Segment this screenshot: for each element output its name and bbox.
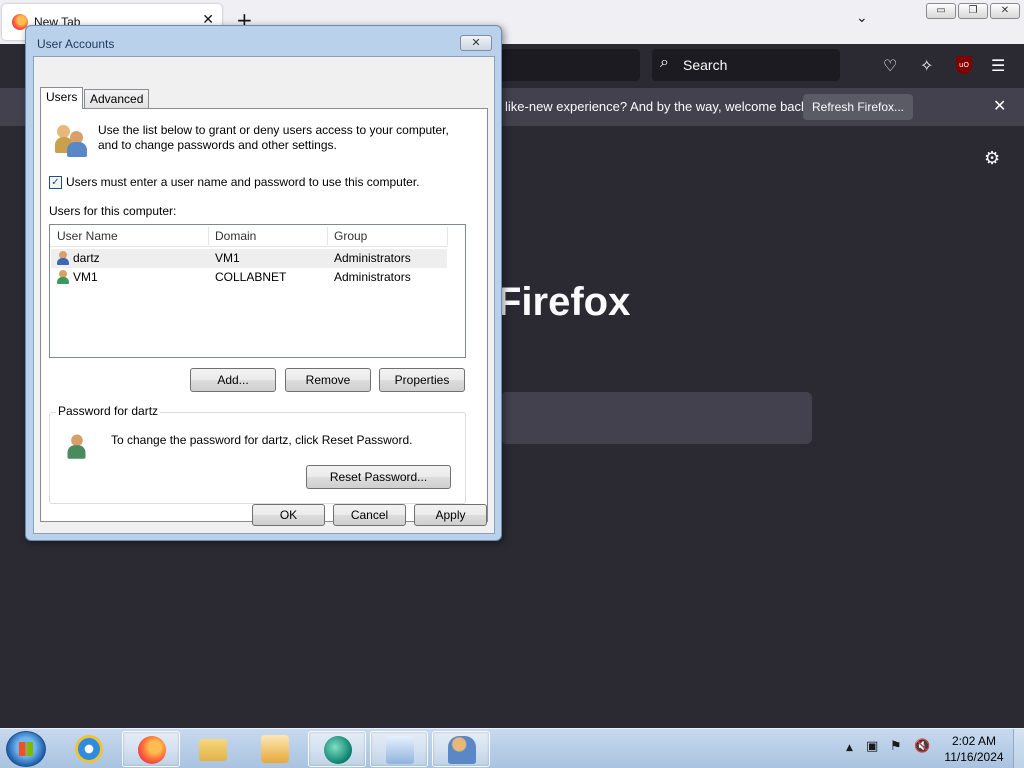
column-header-group[interactable]: Group	[334, 229, 367, 243]
dialog-close-button[interactable]: ✕	[460, 35, 492, 51]
folder-icon	[199, 739, 227, 761]
tab-users[interactable]: Users	[40, 87, 84, 109]
users-icon	[55, 123, 89, 157]
intro-text: Use the list below to grant or deny user…	[98, 123, 449, 152]
notice-message: like-new experience? And by the way, wel…	[505, 99, 812, 114]
show-desktop-button[interactable]	[1013, 729, 1024, 768]
taskbar-firefox[interactable]	[122, 731, 180, 767]
taskbar-explorer[interactable]	[184, 731, 242, 767]
dialog-body: Users Advanced Use the list below to gra…	[33, 56, 495, 534]
taskbar-media-player[interactable]	[246, 731, 304, 767]
clock[interactable]: 2:02 AM 11/16/2024	[940, 733, 1008, 765]
users-tab-panel: Use the list below to grant or deny user…	[40, 108, 488, 522]
menu-icon[interactable]: ☰	[991, 56, 1005, 75]
domain-user-icon	[56, 270, 70, 284]
firefox-wordmark: Firefox	[497, 280, 631, 324]
taskbar-internet-explorer[interactable]	[60, 731, 118, 767]
windows-logo-icon	[19, 742, 33, 756]
network-icon[interactable]: ▣	[866, 739, 878, 754]
clock-time: 2:02 AM	[951, 734, 997, 748]
user-accounts-icon	[448, 736, 476, 764]
user-group: Administrators	[334, 270, 411, 284]
extensions-icon[interactable]: ✧	[920, 56, 933, 75]
taskbar: ▲ ▣ ⚑ 🔇 2:02 AM 11/16/2024	[0, 728, 1024, 768]
password-group: Password for dartz To change the passwor…	[49, 404, 466, 504]
remove-user-button[interactable]: Remove	[285, 368, 371, 392]
show-hidden-icons-arrow[interactable]: ▲	[846, 743, 853, 753]
user-icon	[56, 251, 70, 265]
properties-button[interactable]: Properties	[379, 368, 465, 392]
user-password-icon	[66, 433, 97, 464]
users-list[interactable]: User Name Domain Group dartz VM1 Adminis…	[49, 224, 466, 358]
taskbar-user-accounts[interactable]	[432, 731, 490, 767]
require-login-label[interactable]: Users must enter a user name and passwor…	[66, 175, 420, 189]
tab-list-button[interactable]: ⌄	[856, 10, 868, 26]
users-list-label: Users for this computer:	[49, 204, 177, 218]
control-panel-icon	[386, 736, 414, 764]
minimize-button[interactable]: ▭	[926, 3, 956, 19]
user-domain: COLLABNET	[215, 270, 287, 284]
action-center-flag-icon[interactable]: ⚑	[890, 739, 902, 754]
firefox-icon	[138, 736, 166, 764]
reset-password-button[interactable]: Reset Password...	[306, 465, 451, 489]
internet-explorer-icon	[75, 735, 103, 763]
taskbar-control-panel[interactable]	[370, 731, 428, 767]
newtab-search-box[interactable]	[500, 392, 812, 444]
user-name: VM1	[73, 270, 98, 284]
require-login-checkbox[interactable]: ✓	[49, 176, 62, 189]
table-row[interactable]: dartz VM1 Administrators	[51, 249, 447, 268]
clock-date: 11/16/2024	[944, 750, 1004, 764]
search-box[interactable]: ⌕ Search	[652, 49, 840, 81]
refresh-firefox-button[interactable]: Refresh Firefox...	[803, 94, 913, 120]
column-header-user-name[interactable]: User Name	[57, 229, 118, 243]
settings-gear-icon[interactable]: ⚙	[984, 148, 1000, 169]
table-row[interactable]: VM1 COLLABNET Administrators	[51, 268, 447, 287]
search-placeholder: Search	[683, 57, 728, 73]
notice-close-icon[interactable]: ✕	[993, 96, 1006, 116]
pocket-icon[interactable]: ♡	[883, 56, 897, 75]
search-icon: ⌕	[660, 54, 669, 71]
start-button[interactable]	[6, 731, 46, 767]
column-header-domain[interactable]: Domain	[215, 229, 256, 243]
password-instructions: To change the password for dartz, click …	[111, 433, 413, 447]
list-header: User Name Domain Group	[50, 225, 448, 247]
url-bar[interactable]	[500, 49, 640, 81]
ok-button[interactable]: OK	[252, 504, 325, 526]
dialog-title: User Accounts	[37, 37, 115, 51]
tab-advanced[interactable]: Advanced	[84, 89, 150, 109]
user-name: dartz	[73, 251, 100, 265]
user-accounts-dialog: User Accounts ✕ Users Advanced Use the l…	[25, 25, 502, 541]
close-window-button[interactable]: ✕	[990, 3, 1020, 19]
restore-button[interactable]: ❐	[958, 3, 988, 19]
add-user-button[interactable]: Add...	[190, 368, 276, 392]
user-group: Administrators	[334, 251, 411, 265]
volume-muted-icon[interactable]: 🔇	[914, 739, 930, 754]
taskbar-app[interactable]	[308, 731, 366, 767]
apply-button[interactable]: Apply	[414, 504, 487, 526]
app-icon	[324, 736, 352, 764]
ublock-origin-icon[interactable]: uO	[956, 56, 972, 74]
password-group-title: Password for dartz	[56, 404, 161, 418]
user-domain: VM1	[215, 251, 240, 265]
media-player-icon	[261, 735, 289, 763]
cancel-button[interactable]: Cancel	[333, 504, 406, 526]
